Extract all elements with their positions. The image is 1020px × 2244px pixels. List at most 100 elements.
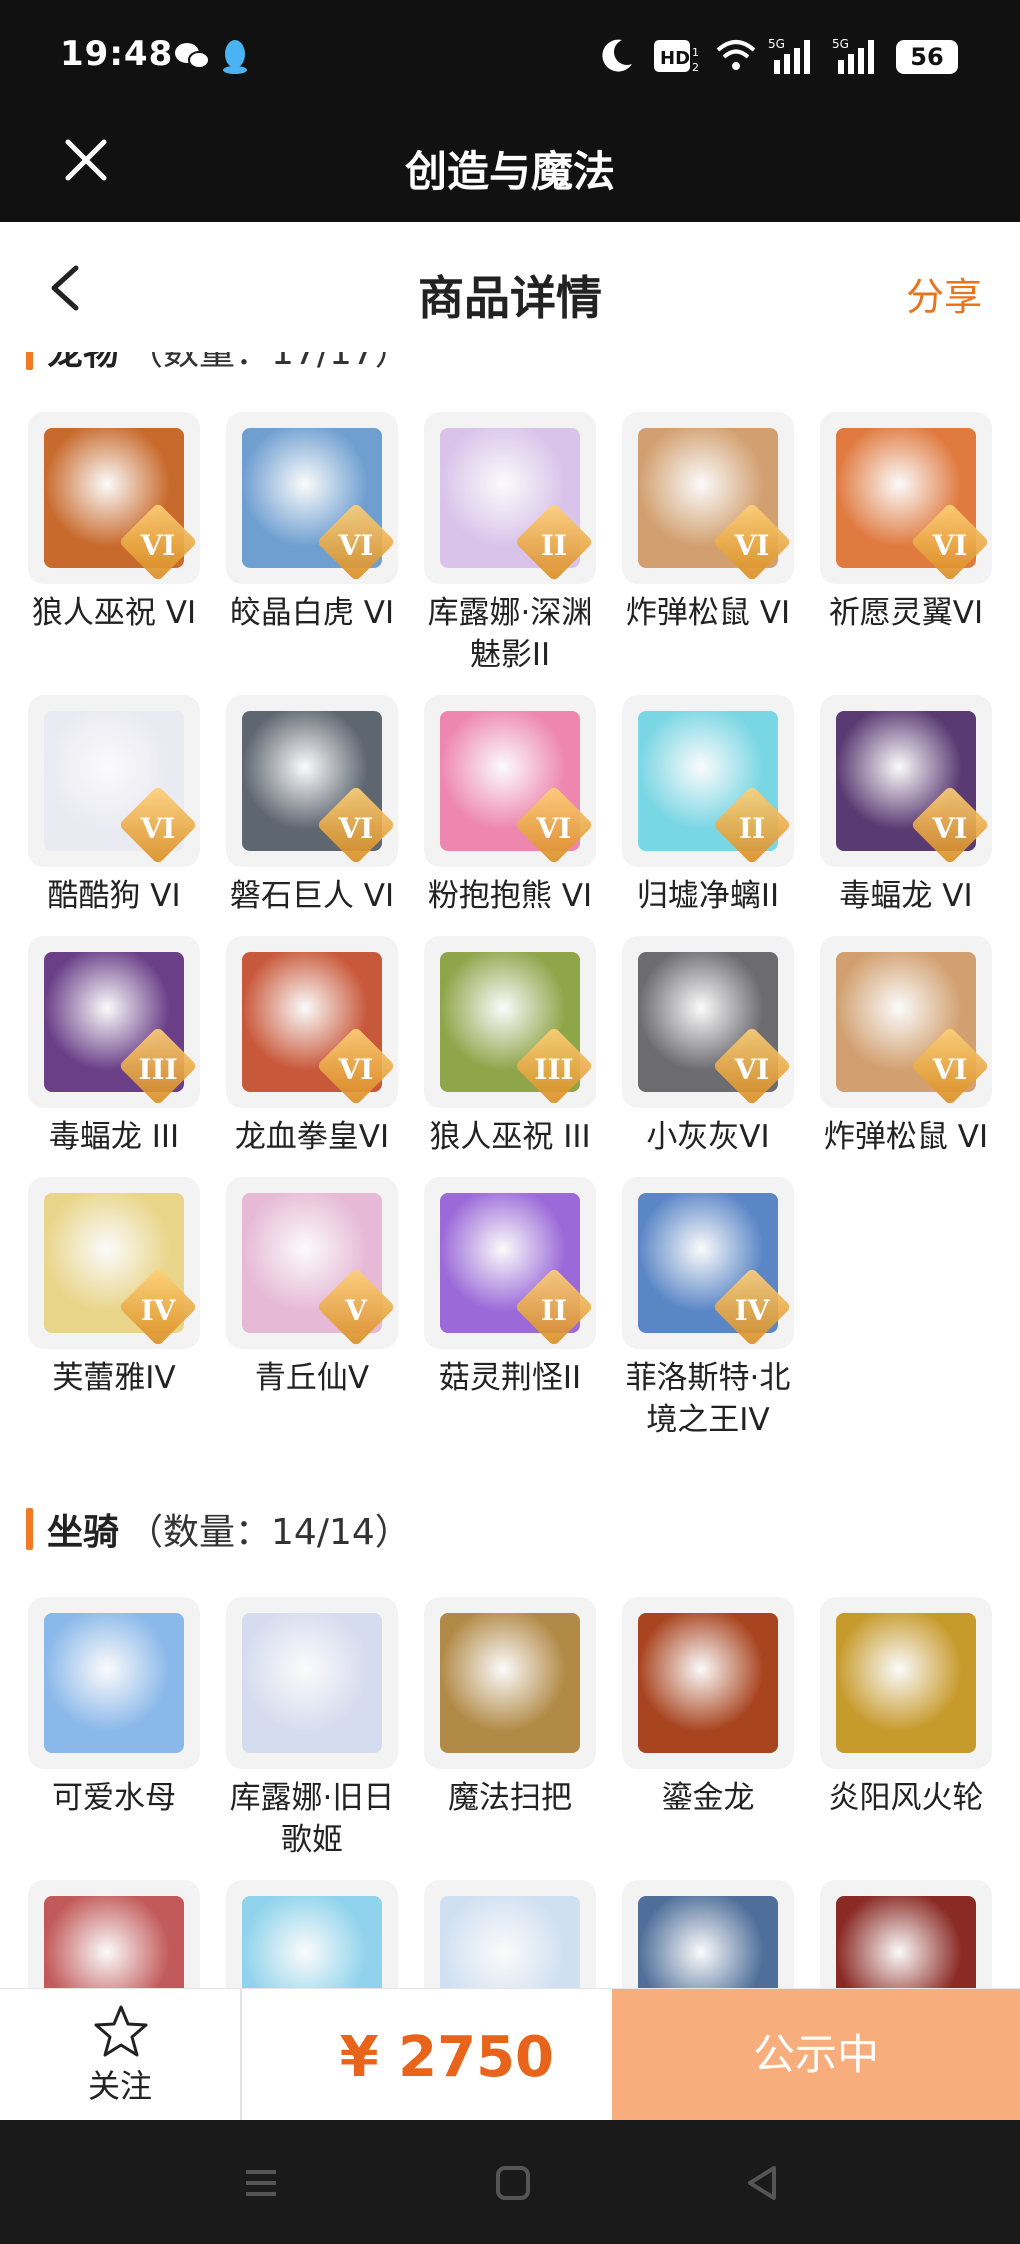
mount-thumbnail [424, 1880, 596, 1988]
pets-section-name: 宠物 [47, 352, 120, 373]
pets-section-header: 宠物 （数量：17/17） [26, 352, 411, 374]
pet-item[interactable]: VI 酷酷狗 VI [26, 695, 202, 917]
nav-bar: 商品详情 分享 [0, 222, 1020, 352]
pet-item[interactable]: III 毒蝠龙 III [26, 936, 202, 1158]
pet-item[interactable]: VI 皎晶白虎 VI [224, 412, 400, 634]
product-content[interactable]: 宠物 （数量：17/17） VI 狼人巫祝 VI VI 皎晶白虎 VI II 库露娜·深渊… [0, 352, 1020, 1988]
pet-label: 龙血拳皇VI [234, 1119, 390, 1155]
mount-item[interactable] [422, 1880, 598, 1988]
mounts-section-header: 坐骑 （数量：14/14） [26, 1504, 411, 1554]
mount-item[interactable] [818, 1880, 994, 1988]
tier-badge-label: VI [734, 1053, 770, 1086]
section-accent [26, 1508, 33, 1550]
status-button[interactable]: 公示中 [612, 1989, 1020, 2121]
follow-label: 关注 [87, 2067, 152, 2105]
pet-item[interactable]: V 青丘仙V [224, 1177, 400, 1399]
mount-item[interactable]: 可爱水母 [26, 1597, 202, 1819]
pet-label: 青丘仙V [254, 1360, 370, 1396]
jellyfish-icon [44, 1613, 184, 1753]
pet-thumbnail: VI [820, 936, 992, 1108]
pet-label: 磐石巨人 VI [229, 878, 395, 914]
mount-6-icon [44, 1896, 184, 1988]
pet-item[interactable]: VI 毒蝠龙 VI [818, 695, 994, 917]
pet-item[interactable]: VI 小灰灰VI [620, 936, 796, 1158]
mount-item[interactable]: 魔法扫把 [422, 1597, 598, 1819]
pet-label: 菲洛斯特·北境之王IV [625, 1360, 791, 1438]
mount-label: 魔法扫把 [448, 1780, 572, 1816]
tier-badge-label: VI [338, 1053, 374, 1086]
mounts-section-name: 坐骑 [47, 1512, 120, 1553]
mount-label: 库露娜·旧日歌姬 [229, 1780, 395, 1858]
pet-item[interactable]: II 归墟净螭II [620, 695, 796, 917]
app-bar: 创造与魔法 [0, 112, 1020, 222]
pet-item[interactable]: VI 狼人巫祝 VI [26, 412, 202, 634]
pet-thumbnail: V [226, 1177, 398, 1349]
home-icon[interactable] [490, 2160, 536, 2206]
pet-thumbnail: VI [28, 695, 200, 867]
tier-badge-label: II [540, 529, 568, 562]
pet-item[interactable]: VI 炸弹松鼠 VI [620, 412, 796, 634]
pet-item[interactable]: VI 炸弹松鼠 VI [818, 936, 994, 1158]
mount-thumbnail [622, 1597, 794, 1769]
tier-badge-label: VI [932, 529, 968, 562]
pet-thumbnail: VI [820, 412, 992, 584]
pet-item[interactable]: IV 菲洛斯特·北境之王IV [620, 1177, 796, 1441]
app-title: 创造与魔法 [404, 147, 615, 196]
mount-thumbnail [424, 1597, 596, 1769]
mount-label: 鎏金龙 [661, 1780, 755, 1816]
system-nav-bar [0, 2120, 1020, 2244]
menu-icon[interactable] [238, 2160, 284, 2206]
pet-label: 狼人巫祝 III [429, 1119, 591, 1155]
back-nav-icon[interactable] [740, 2160, 786, 2206]
mount-item[interactable] [224, 1880, 400, 1988]
mount-label: 炎阳风火轮 [828, 1780, 984, 1816]
pet-thumbnail: III [424, 936, 596, 1108]
mount-item[interactable]: 鎏金龙 [620, 1597, 796, 1819]
follow-button[interactable]: 关注 [0, 1989, 242, 2121]
pet-thumbnail: IV [622, 1177, 794, 1349]
signal-5g-2-icon: 5G [832, 37, 874, 74]
price: ¥ 2750 [339, 2025, 554, 2090]
pet-thumbnail: VI [226, 412, 398, 584]
tier-badge-label: VI [338, 529, 374, 562]
pet-item[interactable]: VI 祈愿灵翼VI [818, 412, 994, 634]
mount-10-icon [836, 1896, 976, 1988]
mount-item[interactable]: 炎阳风火轮 [818, 1597, 994, 1819]
mounts-section-count: （数量：14/14） [127, 1512, 411, 1553]
action-bar: 关注 ¥ 2750 公示中 [0, 1988, 1020, 2121]
pet-item[interactable]: IV 芙蕾雅IV [26, 1177, 202, 1399]
pet-item[interactable]: III 狼人巫祝 III [422, 936, 598, 1158]
pet-label: 小灰灰VI [646, 1119, 770, 1155]
pet-item[interactable]: VI 粉抱抱熊 VI [422, 695, 598, 917]
mount-thumbnail [28, 1597, 200, 1769]
pet-label: 归墟净螭II [636, 878, 780, 914]
pet-item[interactable]: II 菇灵荆怪II [422, 1177, 598, 1399]
mount-item[interactable] [620, 1880, 796, 1988]
tier-badge-label: V [345, 1294, 367, 1327]
tier-badge-label: II [738, 812, 766, 845]
svg-text:2: 2 [692, 61, 699, 74]
pet-thumbnail: IV [28, 1177, 200, 1349]
kuluna-singer-icon [242, 1613, 382, 1753]
page-title: 商品详情 [418, 271, 602, 325]
pet-item[interactable]: II 库露娜·深渊魅影II [422, 412, 598, 676]
pet-thumbnail: VI [424, 695, 596, 867]
pet-thumbnail: II [424, 1177, 596, 1349]
pet-label: 毒蝠龙 VI [839, 878, 973, 914]
pets-section-count: （数量：17/17） [127, 352, 411, 373]
share-button[interactable]: 分享 [906, 266, 982, 321]
svg-text:HD: HD [660, 48, 690, 69]
mount-item[interactable]: 库露娜·旧日歌姬 [224, 1597, 400, 1861]
mount-thumbnail [28, 1880, 200, 1988]
mount-thumbnail [820, 1880, 992, 1988]
wechat-icon [175, 43, 210, 69]
tier-badge-label: VI [932, 812, 968, 845]
pet-item[interactable]: VI 磐石巨人 VI [224, 695, 400, 917]
pet-thumbnail: III [28, 936, 200, 1108]
gilded-dragon-icon [638, 1613, 778, 1753]
pet-thumbnail: VI [820, 695, 992, 867]
pet-item[interactable]: VI 龙血拳皇VI [224, 936, 400, 1158]
mount-item[interactable] [26, 1880, 202, 1988]
magic-broom-icon [440, 1613, 580, 1753]
pet-thumbnail: II [622, 695, 794, 867]
